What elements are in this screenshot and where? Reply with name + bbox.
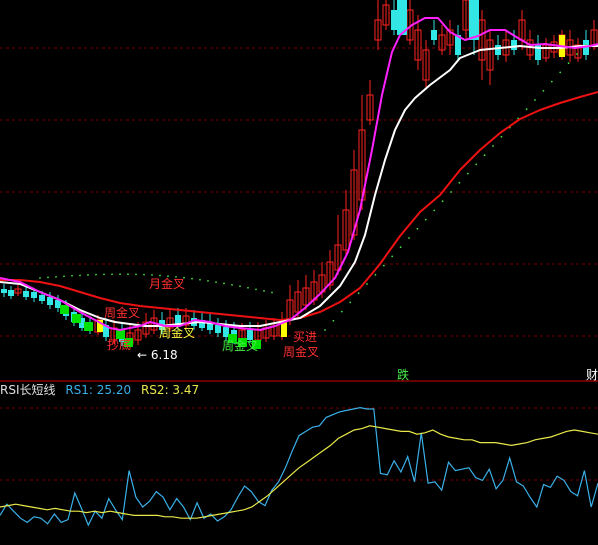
support-dot	[366, 283, 368, 285]
bottom-box	[84, 322, 93, 331]
support-dot	[127, 273, 129, 276]
support-dot	[450, 191, 452, 193]
rsi-line-rs1	[0, 406, 598, 527]
bottom-label: 抄底	[107, 338, 132, 352]
week-cross-label-2: 周金叉	[159, 326, 196, 340]
support-dot	[119, 273, 121, 276]
support-dot	[63, 275, 65, 278]
support-dot	[87, 274, 89, 276]
support-dot	[199, 278, 201, 281]
week-cross-label-3: 周金叉	[222, 339, 259, 353]
candle-body	[31, 292, 37, 298]
candle-body	[23, 291, 29, 297]
support-dot	[255, 288, 257, 291]
ma-mid-line	[0, 17, 598, 331]
support-dot	[39, 277, 41, 279]
support-dot	[492, 145, 494, 147]
support-dot	[340, 310, 343, 313]
support-dot	[332, 319, 335, 322]
candle-body	[1, 289, 7, 293]
support-dot	[483, 154, 486, 157]
low-price-label: ← 6.18	[137, 348, 178, 362]
support-dot	[103, 273, 105, 276]
support-dot	[534, 99, 536, 101]
ma-long-line	[0, 91, 598, 321]
support-dot	[433, 209, 436, 212]
support-dot	[500, 135, 503, 138]
support-dot	[349, 301, 352, 304]
candlesticks	[1, 0, 598, 349]
support-dot	[263, 290, 265, 292]
support-dot	[239, 285, 241, 288]
week-cross-label-1: 周金叉	[104, 306, 141, 320]
support-dot	[475, 163, 478, 166]
rs1-value: 25.20	[96, 383, 132, 397]
support-dot	[111, 273, 113, 276]
ma-short-line	[0, 45, 598, 327]
candle-body	[8, 290, 14, 296]
rs2-value: 3.47	[172, 383, 200, 397]
rsi-line-rs2	[0, 425, 598, 519]
support-dot	[207, 279, 209, 282]
support-dot	[408, 237, 410, 239]
support-dot	[424, 218, 427, 221]
buy-label: 买进	[293, 330, 318, 344]
support-dot	[391, 255, 394, 258]
support-dot	[151, 274, 153, 276]
candle-body	[511, 40, 517, 50]
grid-lines	[0, 47, 598, 481]
rs1-legend: RS1: 25.20	[65, 383, 132, 397]
candle-body	[469, 0, 479, 40]
week-cross-label-4: 周金叉	[283, 345, 320, 359]
support-dot	[223, 282, 225, 285]
support-dot	[135, 273, 137, 276]
support-dot	[71, 274, 73, 277]
moving-averages	[0, 17, 598, 331]
rs2-legend: RS2: 3.47	[140, 383, 200, 397]
support-dot	[79, 274, 81, 277]
support-dot	[374, 273, 377, 276]
support-dots	[39, 43, 587, 331]
support-dot	[247, 286, 249, 289]
support-dot	[416, 227, 419, 230]
support-dot	[567, 62, 570, 65]
month-cross-label: 月金叉	[149, 277, 186, 291]
support-dot	[324, 329, 326, 331]
support-dot	[271, 291, 273, 294]
rs2-name: RS2	[140, 383, 165, 397]
candle-body	[431, 30, 437, 40]
candle-body	[495, 45, 501, 55]
support-dot	[576, 53, 578, 55]
support-dot	[550, 80, 553, 83]
support-dot	[542, 89, 545, 92]
rsi-header: RSI长短线 RS1: 25.20 RS2: 3.47	[0, 383, 205, 397]
support-dot	[399, 246, 402, 249]
support-dot	[357, 292, 360, 295]
bottom-box	[72, 314, 81, 323]
support-dot	[382, 264, 385, 267]
support-dot	[466, 172, 469, 175]
candle-body	[215, 325, 221, 333]
support-dot	[441, 200, 444, 203]
rsi-panel	[0, 406, 598, 527]
candle-body	[391, 10, 397, 30]
support-dot	[525, 108, 528, 111]
bottom-box	[60, 305, 69, 314]
candle-body	[39, 295, 45, 301]
support-dot	[215, 281, 217, 284]
candle-body	[47, 297, 53, 305]
chart-canvas	[0, 0, 598, 527]
rs1-name: RS1	[65, 383, 89, 397]
support-dot	[231, 283, 233, 286]
support-dot	[458, 181, 461, 184]
drop-label-1: 跌	[397, 368, 410, 382]
support-dot	[559, 71, 562, 74]
support-dot	[47, 276, 49, 279]
support-dot	[55, 275, 57, 278]
support-dot	[95, 273, 97, 276]
support-dot	[191, 277, 193, 280]
rsi-title: RSI长短线	[0, 383, 56, 397]
drop-label-2: 财	[586, 368, 598, 382]
support-dot	[143, 273, 145, 276]
